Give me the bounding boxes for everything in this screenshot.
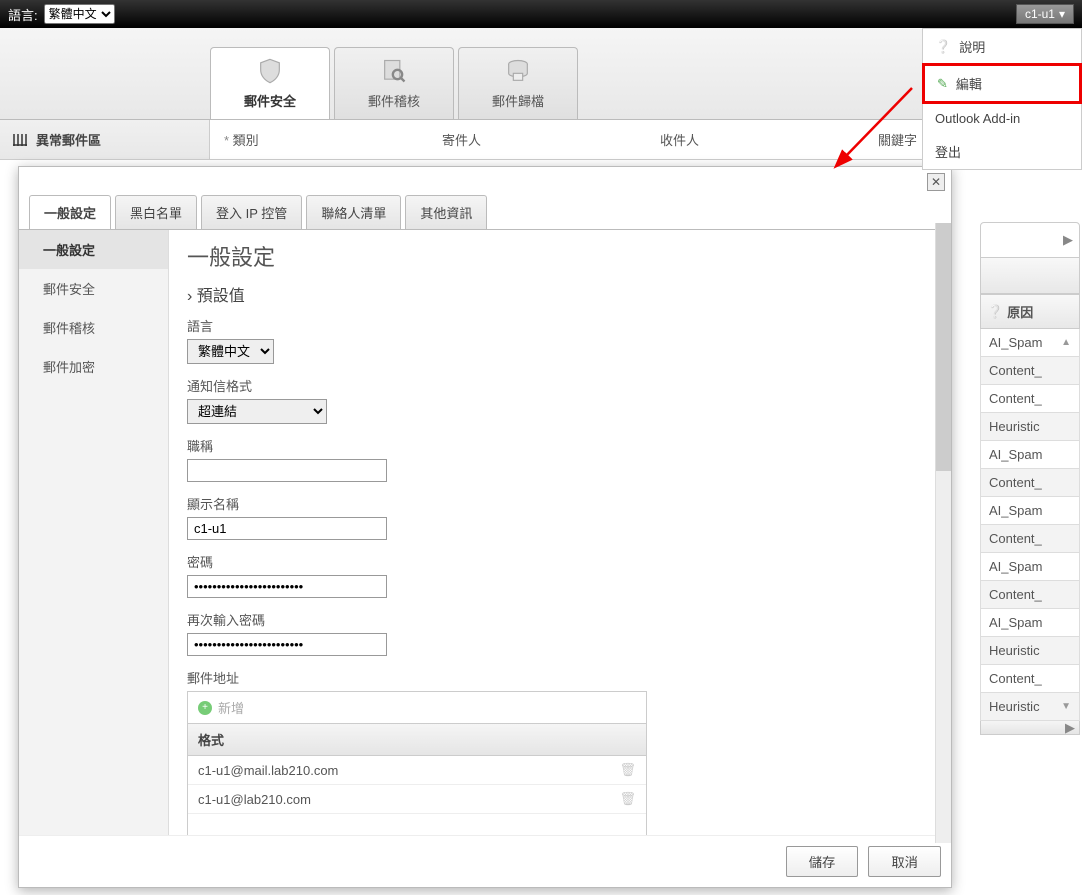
trash-icon[interactable]: 🗑 [619, 762, 636, 778]
email-address: c1-u1@mail.lab210.com [198, 763, 619, 778]
page-title: 一般設定 [187, 240, 933, 272]
save-button[interactable]: 儲存 [786, 846, 859, 877]
menu-edit[interactable]: ✎ 編輯 [922, 63, 1082, 104]
right-panel: ▶ ❔ 原因 AI_Spam▲Content_Content_Heuristic… [980, 222, 1080, 735]
toolbar-row [980, 258, 1080, 294]
field-lang-select[interactable]: 繁體中文 [187, 339, 274, 364]
user-menu-button[interactable]: c1-u1 ▾ [1016, 4, 1074, 24]
dtab-other[interactable]: 其他資訊 [405, 195, 487, 229]
field-lang-label: 語言 [187, 316, 933, 335]
reason-row[interactable]: AI_Spam [980, 553, 1080, 581]
field-jobtitle-label: 職稱 [187, 436, 933, 455]
email-row[interactable]: c1-u1@mail.lab210.com🗑 [188, 756, 646, 785]
plus-icon: + [198, 701, 212, 715]
email-add-button[interactable]: + 新增 [198, 698, 636, 717]
reason-row[interactable]: Heuristic [980, 413, 1080, 441]
field-display-label: 顯示名稱 [187, 494, 933, 513]
caret-down-icon: ▾ [1059, 7, 1065, 21]
reason-row[interactable]: Heuristic▼ [980, 693, 1080, 721]
dialog-vertical-scrollbar[interactable] [935, 230, 951, 835]
field-password-label: 密碼 [187, 552, 933, 571]
side-encrypt[interactable]: 郵件加密 [19, 347, 168, 386]
reason-row[interactable]: Content_ [980, 525, 1080, 553]
menu-outlook[interactable]: Outlook Add-in [923, 103, 1081, 134]
dialog-sidebar: 一般設定 郵件安全 郵件稽核 郵件加密 [19, 230, 169, 835]
main-tabs: 郵件安全 郵件稽核 郵件歸檔 [0, 28, 1082, 120]
reason-row[interactable]: AI_Spam▲ [980, 329, 1080, 357]
field-jobtitle-input[interactable] [187, 459, 387, 482]
menu-help[interactable]: ❔ 說明 [923, 29, 1081, 64]
reason-row[interactable]: Content_ [980, 357, 1080, 385]
reason-row[interactable]: AI_Spam [980, 441, 1080, 469]
close-button[interactable]: ✕ [927, 173, 945, 191]
search-doc-icon [380, 57, 408, 85]
dtab-contacts[interactable]: 聯絡人清單 [306, 195, 401, 229]
reason-row[interactable]: AI_Spam [980, 609, 1080, 637]
edit-icon: ✎ [937, 76, 948, 92]
dialog-main: 一般設定 › 預設值 語言 繁體中文 通知信格式 超連結 職稱 顯示名稱 密碼 [169, 230, 951, 835]
quarantine-area[interactable]: 異常郵件區 [0, 120, 210, 159]
dtab-ipctrl[interactable]: 登入 IP 控管 [201, 195, 302, 229]
search-collapse[interactable]: ▶ [980, 222, 1080, 258]
sort-asc-icon: ▲ [1061, 337, 1071, 348]
field-password-input[interactable] [187, 575, 387, 598]
field-password2-label: 再次輸入密碼 [187, 610, 933, 629]
field-password2-input[interactable] [187, 633, 387, 656]
col-category[interactable]: * 類別 [210, 130, 428, 149]
scroll-down-icon: ▼ [1061, 701, 1071, 712]
language-select[interactable]: 繁體中文 [44, 4, 115, 24]
email-row[interactable]: c1-u1@lab210.com🗑 [188, 785, 646, 814]
reason-row[interactable]: Content_ [980, 385, 1080, 413]
field-notify-label: 通知信格式 [187, 376, 933, 395]
reason-column-header[interactable]: ❔ 原因 [980, 294, 1080, 329]
col-recipient[interactable]: 收件人 [646, 130, 864, 149]
email-header: 格式 [188, 723, 646, 756]
field-display-input[interactable] [187, 517, 387, 540]
field-notify-select[interactable]: 超連結 [187, 399, 327, 424]
reason-row[interactable]: AI_Spam [980, 497, 1080, 525]
user-dropdown-menu: ❔ 說明 ✎ 編輯 Outlook Add-in 登出 [922, 28, 1082, 170]
dtab-bwlist[interactable]: 黑白名單 [115, 195, 197, 229]
tab-mail-archive[interactable]: 郵件歸檔 [458, 47, 578, 119]
side-audit[interactable]: 郵件稽核 [19, 308, 168, 347]
reason-row[interactable]: Content_ [980, 581, 1080, 609]
shield-icon [256, 57, 284, 85]
sub-header: 異常郵件區 * 類別 寄件人 收件人 關鍵字 [0, 120, 1082, 160]
language-label: 語言: [8, 5, 38, 24]
dtab-general[interactable]: 一般設定 [29, 195, 111, 229]
reason-row[interactable]: Content_ [980, 665, 1080, 693]
cancel-button[interactable]: 取消 [868, 846, 941, 877]
email-address: c1-u1@lab210.com [198, 792, 619, 807]
trash-icon[interactable]: 🗑 [619, 791, 636, 807]
side-security[interactable]: 郵件安全 [19, 269, 168, 308]
col-sender[interactable]: 寄件人 [428, 130, 646, 149]
user-name: c1-u1 [1025, 7, 1055, 21]
field-email-label: 郵件地址 [187, 668, 933, 687]
archive-icon [504, 57, 532, 85]
help-icon: ❔ [935, 39, 951, 55]
settings-dialog: ✕ 一般設定 黑白名單 登入 IP 控管 聯絡人清單 其他資訊 一般設定 郵件安… [18, 166, 952, 888]
help-icon: ❔ [987, 304, 1003, 320]
menu-logout[interactable]: 登出 [923, 134, 1081, 169]
reason-row[interactable]: Heuristic [980, 637, 1080, 665]
dialog-tabs: 一般設定 黑白名單 登入 IP 控管 聯絡人清單 其他資訊 [19, 167, 951, 230]
section-default: › 預設值 [187, 282, 933, 306]
reason-row[interactable]: Content_ [980, 469, 1080, 497]
top-bar: 語言: 繁體中文 c1-u1 ▾ [0, 0, 1082, 28]
tab-mail-security[interactable]: 郵件安全 [210, 47, 330, 119]
grid-icon [12, 132, 28, 148]
tab-mail-audit[interactable]: 郵件稽核 [334, 47, 454, 119]
side-general[interactable]: 一般設定 [19, 230, 168, 269]
email-box: + 新增 格式 c1-u1@mail.lab210.com🗑c1-u1@lab2… [187, 691, 647, 835]
horizontal-scrollbar[interactable]: ▶ [980, 721, 1080, 735]
